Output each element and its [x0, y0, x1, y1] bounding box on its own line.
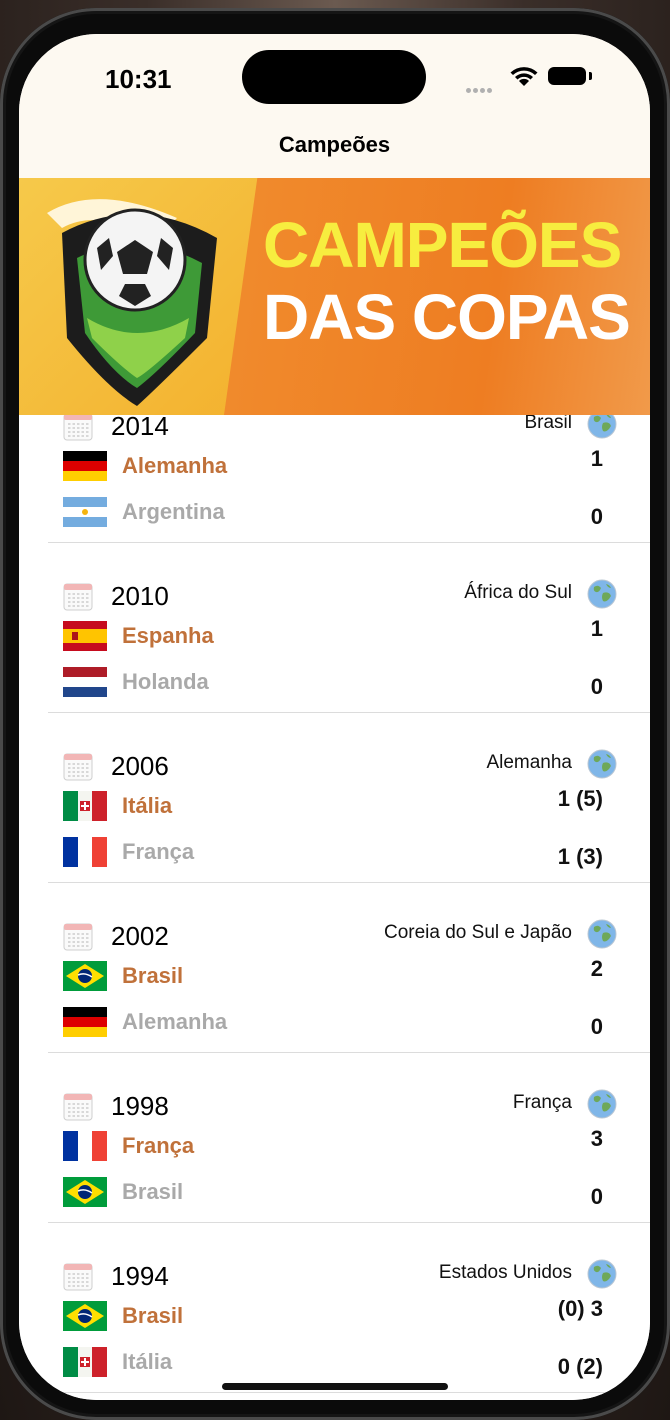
winner-team: Brasil: [122, 1303, 184, 1328]
calendar-icon: [63, 1093, 93, 1121]
runner-up-flag-icon: [63, 1347, 107, 1377]
wifi-icon: [510, 67, 538, 86]
runner-up-team: Holanda: [122, 669, 209, 694]
header-banner: CAMPEÕES DAS COPAS: [19, 178, 650, 415]
runner-up-score: 0: [590, 674, 603, 699]
match-year: 1994: [111, 1261, 169, 1291]
host-country: Brasil: [524, 415, 572, 433]
host-country: Coreia do Sul e Japão: [383, 922, 572, 943]
globe-icon: [587, 919, 617, 949]
globe-icon: [587, 1089, 617, 1119]
runner-up-team: Brasil: [122, 1179, 184, 1204]
globe-icon: [587, 579, 617, 609]
row-divider: [48, 882, 650, 883]
status-bar: 10:31: [19, 34, 650, 130]
row-divider: [48, 712, 650, 713]
globe-icon: [587, 1259, 617, 1289]
winner-flag-icon: [63, 621, 107, 651]
screen: 10:31 Campeões CAMPEÕES DAS COPAS 2014 B…: [19, 34, 650, 1400]
runner-up-flag-icon: [63, 497, 107, 527]
row-divider: [48, 1222, 650, 1223]
runner-up-score: 0: [590, 1014, 603, 1039]
winner-score: 2: [590, 956, 603, 981]
status-time: 10:31: [105, 64, 172, 94]
list-item[interactable]: 2006 Alemanha Itália 1 (5) França 1 (3): [19, 745, 650, 915]
list-item[interactable]: 1998 França França 3 Brasil 0: [19, 1085, 650, 1255]
match-year: 2014: [111, 415, 169, 441]
calendar-icon: [63, 753, 93, 781]
winner-flag-icon: [63, 1301, 107, 1331]
runner-up-flag-icon: [63, 667, 107, 697]
winner-team: França: [122, 1133, 195, 1158]
runner-up-flag-icon: [63, 837, 107, 867]
winner-flag-icon: [63, 791, 107, 821]
calendar-icon: [63, 923, 93, 951]
winner-score: 1: [590, 616, 603, 641]
runner-up-team: Alemanha: [122, 1009, 228, 1034]
host-country: Alemanha: [486, 752, 572, 773]
winner-score: 1 (5): [557, 786, 603, 811]
calendar-icon: [63, 415, 93, 441]
row-divider: [48, 542, 650, 543]
match-year: 2002: [111, 921, 169, 951]
host-country: Estados Unidos: [438, 1262, 572, 1283]
banner-title-line1: CAMPEÕES: [263, 209, 622, 281]
battery-icon: [548, 67, 586, 85]
list-item[interactable]: 2002 Coreia do Sul e Japão Brasil 2 Alemanha…: [19, 915, 650, 1085]
list-item[interactable]: 2014 Brasil Alemanha 1 Argentina 0: [19, 415, 650, 575]
home-indicator[interactable]: [222, 1383, 448, 1390]
banner-title-line2: DAS COPAS: [263, 281, 631, 353]
runner-up-team: Argentina: [122, 499, 225, 524]
match-year: 1998: [111, 1091, 169, 1121]
winner-score: 1: [590, 446, 603, 471]
cellular-signal-icon: [466, 80, 500, 93]
winner-team: Alemanha: [122, 453, 228, 478]
runner-up-score: 0: [590, 504, 603, 529]
battery-tip: [589, 72, 592, 80]
winner-flag-icon: [63, 1131, 107, 1161]
globe-icon: [587, 749, 617, 779]
winner-team: Brasil: [122, 963, 184, 988]
page-title: Campeões: [278, 132, 391, 157]
winner-flag-icon: [63, 961, 107, 991]
calendar-icon: [63, 1263, 93, 1291]
list-item[interactable]: 1994 Estados Unidos Brasil (0) 3 Itália 0 (2): [19, 1255, 650, 1400]
runner-up-team: França: [122, 839, 195, 864]
runner-up-flag-icon: [63, 1177, 107, 1207]
calendar-icon: [63, 583, 93, 611]
winner-flag-icon: [63, 451, 107, 481]
host-country: África do Sul: [464, 582, 572, 603]
globe-icon: [587, 415, 617, 439]
runner-up-score: 0: [590, 1184, 603, 1209]
navigation-bar: Campeões: [19, 130, 650, 178]
list-item[interactable]: 2010 África do Sul Espanha 1 Holanda 0: [19, 575, 650, 745]
row-divider: [48, 1392, 650, 1393]
shield-ball-logo: [47, 199, 217, 406]
winner-score: (0) 3: [557, 1296, 603, 1321]
runner-up-flag-icon: [63, 1007, 107, 1037]
winner-score: 3: [590, 1126, 603, 1151]
row-divider: [48, 1052, 650, 1053]
runner-up-score: 1 (3): [557, 844, 603, 869]
host-country: França: [512, 1092, 572, 1113]
match-year: 2010: [111, 581, 169, 611]
winner-team: Espanha: [122, 623, 214, 648]
winner-team: Itália: [122, 793, 173, 818]
match-year: 2006: [111, 751, 169, 781]
runner-up-team: Itália: [122, 1349, 173, 1374]
runner-up-score: 0 (2): [557, 1354, 603, 1379]
dynamic-island: [242, 50, 426, 104]
champions-list[interactable]: 2014 Brasil Alemanha 1 Argentina 0 2010 África …: [19, 415, 650, 1400]
